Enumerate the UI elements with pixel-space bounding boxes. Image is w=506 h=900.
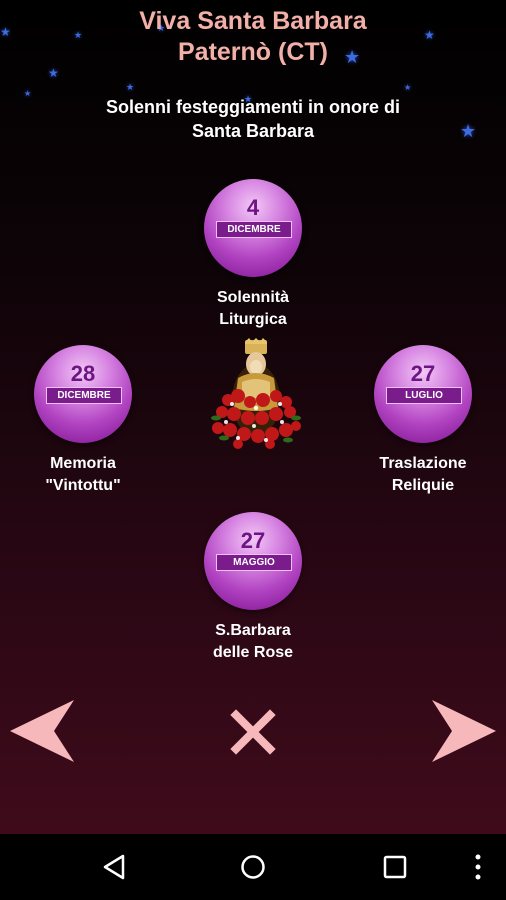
subtitle-line-1: Solenni festeggiamenti in onore di	[105, 97, 401, 117]
event-memoria-vintottu[interactable]: 28 DICEMBRE Memoria "Vintottu"	[0, 345, 168, 497]
star-icon: ★	[126, 82, 135, 92]
event-label-line-1: Solennità	[216, 289, 289, 306]
recents-icon[interactable]	[383, 855, 407, 879]
event-month: DICEMBRE	[216, 221, 292, 238]
event-label-line-1: Memoria	[50, 455, 116, 472]
event-day: 27	[410, 361, 436, 386]
date-circle[interactable]: 28 DICEMBRE	[34, 345, 132, 443]
event-label-line-1: S.Barbara	[215, 622, 291, 639]
event-label-line-2: "Vintottu"	[45, 477, 121, 494]
event-day: 27	[240, 528, 266, 553]
event-label: Traslazione Reliquie	[338, 453, 506, 497]
back-icon[interactable]	[102, 854, 126, 880]
event-day: 28	[70, 361, 96, 386]
star-icon: ★	[48, 66, 59, 80]
home-icon[interactable]	[240, 854, 266, 880]
date-circle[interactable]: 27 MAGGIO	[204, 512, 302, 610]
event-day: 4	[246, 195, 260, 220]
system-navigation-bar	[0, 834, 506, 900]
star-icon: ★	[404, 83, 412, 92]
app-title: Viva Santa Barbara Paternò (CT)	[0, 6, 506, 68]
event-label: S.Barbara delle Rose	[168, 620, 338, 664]
event-label: Memoria "Vintottu"	[0, 453, 168, 497]
event-label: Solennità Liturgica	[168, 287, 338, 331]
arrow-left-icon[interactable]	[10, 698, 76, 764]
subtitle-line-2: Santa Barbara	[191, 121, 315, 141]
event-traslazione-reliquie[interactable]: 27 LUGLIO Traslazione Reliquie	[338, 345, 506, 497]
event-label-line-1: Traslazione	[379, 455, 467, 472]
santa-barbara-statue-image	[211, 338, 301, 449]
title-line-2: Paternò (CT)	[178, 38, 328, 66]
subtitle: Solenni festeggiamenti in onore di Santa…	[0, 95, 506, 143]
event-label-line-2: Reliquie	[391, 477, 455, 494]
event-sbarbara-delle-rose[interactable]: 27 MAGGIO S.Barbara delle Rose	[168, 512, 338, 664]
event-solennita-liturgica[interactable]: 4 DICEMBRE Solennità Liturgica	[168, 179, 338, 331]
event-month: LUGLIO	[386, 387, 462, 404]
event-label-line-2: Liturgica	[219, 311, 287, 328]
close-icon[interactable]	[230, 709, 276, 755]
event-month: DICEMBRE	[46, 387, 122, 404]
arrow-right-icon[interactable]	[430, 698, 496, 764]
overflow-menu-icon[interactable]	[473, 854, 483, 880]
date-circle[interactable]: 4 DICEMBRE	[204, 179, 302, 277]
title-line-1: Viva Santa Barbara	[139, 7, 367, 35]
screen: ★ ★ ★ ★ ★ ★ ★ ★ ★ ★ ★ Viva Santa Barbara…	[0, 0, 506, 900]
event-month: MAGGIO	[216, 554, 292, 571]
date-circle[interactable]: 27 LUGLIO	[374, 345, 472, 443]
event-label-line-2: delle Rose	[212, 644, 294, 661]
